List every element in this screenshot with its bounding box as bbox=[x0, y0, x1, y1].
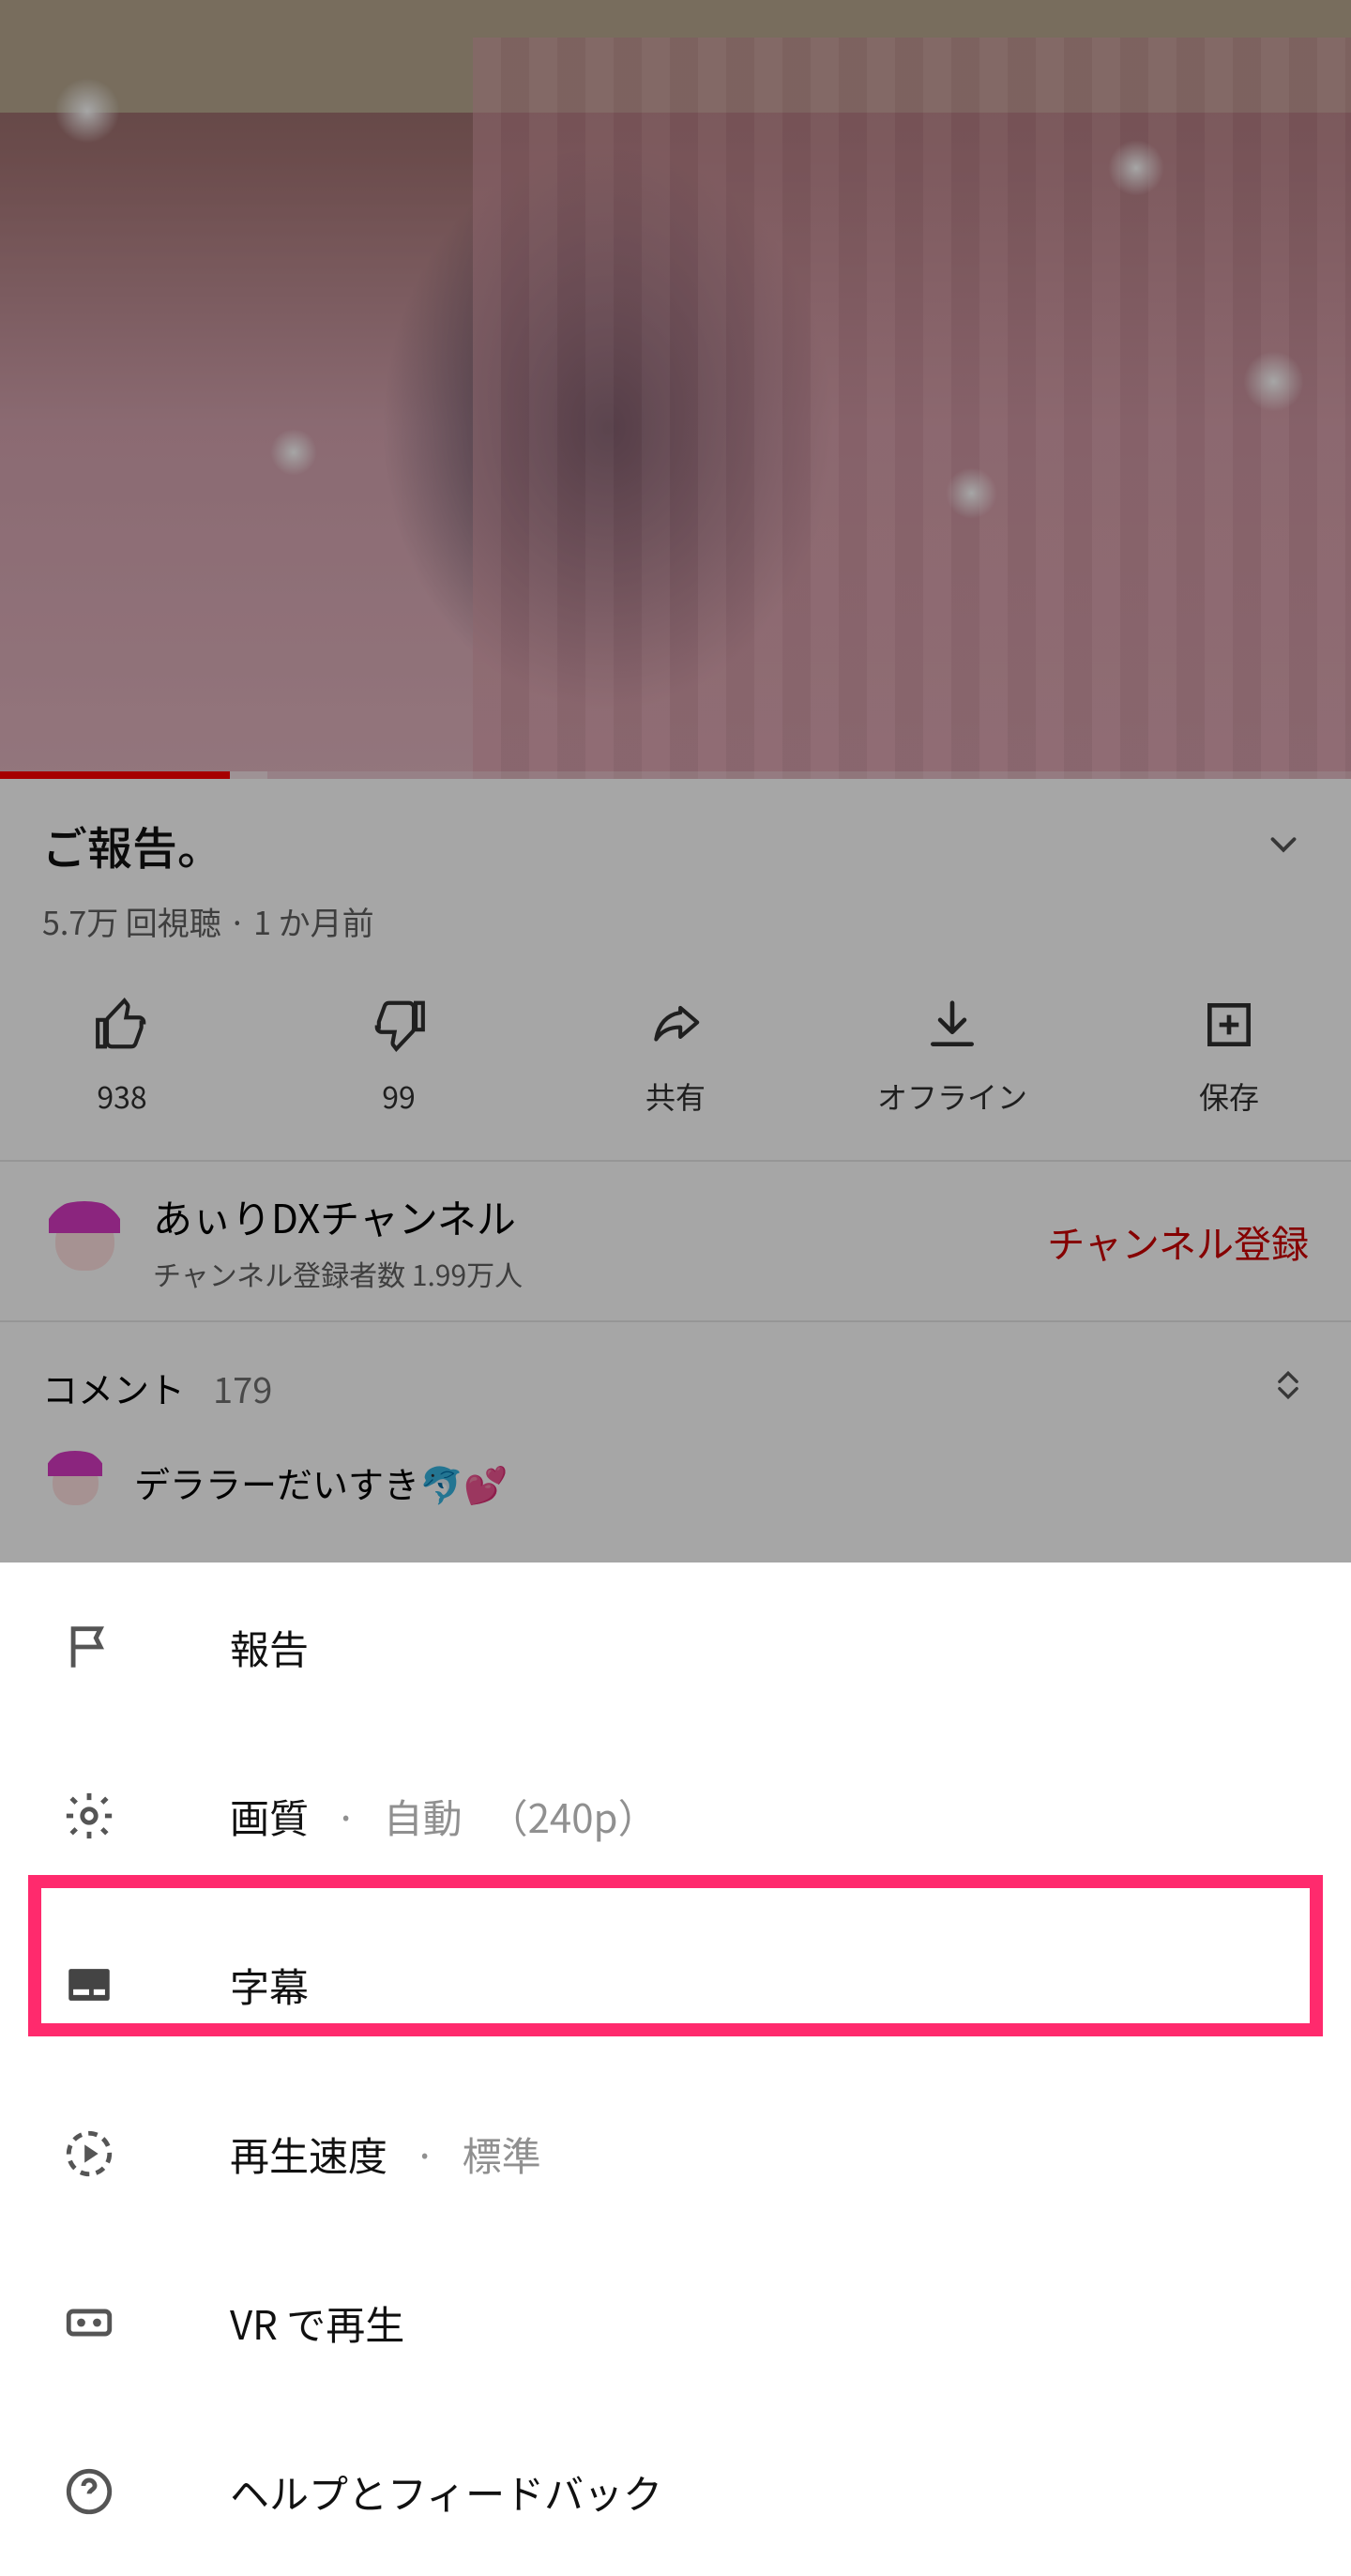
share-icon bbox=[646, 996, 705, 1054]
save-button[interactable]: 保存 bbox=[1145, 996, 1313, 1118]
flag-icon bbox=[52, 1609, 127, 1684]
save-label: 保存 bbox=[1199, 1075, 1259, 1118]
play-speed-icon bbox=[52, 2116, 127, 2191]
save-icon bbox=[1200, 996, 1258, 1054]
like-count: 938 bbox=[97, 1075, 146, 1118]
captions-icon bbox=[52, 1947, 127, 2022]
help-icon bbox=[52, 2454, 127, 2529]
gear-icon bbox=[52, 1778, 127, 1853]
menu-report[interactable]: 報告 bbox=[0, 1562, 1351, 1731]
video-title-row[interactable]: ご報告。 bbox=[42, 812, 1309, 877]
menu-playback-speed[interactable]: 再生速度 · 標準 bbox=[0, 2069, 1351, 2238]
menu-vr[interactable]: VR で再生 bbox=[0, 2238, 1351, 2407]
menu-help[interactable]: ヘルプとフィードバック bbox=[0, 2407, 1351, 2576]
like-button[interactable]: 938 bbox=[38, 996, 206, 1118]
comment-text: デララーだいすき🐬💕 bbox=[134, 1456, 509, 1508]
channel-subscribers: チャンネル登録者数 1.99万人 bbox=[153, 1253, 1021, 1294]
video-title: ご報告。 bbox=[42, 812, 222, 877]
dislike-count: 99 bbox=[382, 1075, 416, 1118]
comments-count: 179 bbox=[213, 1362, 272, 1413]
commenter-avatar bbox=[42, 1449, 108, 1515]
options-sheet: 報告 画質 · 自動 （240p） 字幕 再生速度 · 標準 VR で再生 bbox=[0, 1562, 1351, 2460]
subscribe-button[interactable]: チャンネル登録 bbox=[1047, 1214, 1309, 1269]
expand-sort-icon bbox=[1268, 1364, 1309, 1410]
progress-bar[interactable] bbox=[0, 771, 1351, 779]
action-bar: 938 99 共有 オフライン 保存 bbox=[0, 944, 1351, 1160]
share-label: 共有 bbox=[645, 1075, 706, 1118]
download-icon bbox=[923, 996, 981, 1054]
dislike-button[interactable]: 99 bbox=[314, 996, 483, 1118]
vr-icon bbox=[52, 2285, 127, 2360]
thumbs-up-icon bbox=[93, 996, 151, 1054]
share-button[interactable]: 共有 bbox=[591, 996, 760, 1118]
comments-header[interactable]: コメント 179 bbox=[0, 1322, 1351, 1432]
download-button[interactable]: オフライン bbox=[868, 996, 1037, 1118]
video-player[interactable] bbox=[0, 0, 1351, 779]
menu-captions[interactable]: 字幕 bbox=[0, 1900, 1351, 2069]
comment-preview[interactable]: デララーだいすき🐬💕 bbox=[0, 1432, 1351, 1552]
video-thumbnail bbox=[0, 0, 1351, 779]
comments-label: コメント bbox=[42, 1362, 185, 1413]
download-label: オフライン bbox=[877, 1075, 1027, 1118]
menu-quality[interactable]: 画質 · 自動 （240p） bbox=[0, 1731, 1351, 1900]
channel-row[interactable]: あぃりDXチャンネル チャンネル登録者数 1.99万人 チャンネル登録 bbox=[0, 1162, 1351, 1320]
channel-avatar bbox=[42, 1199, 127, 1284]
channel-name: あぃりDXチャンネル bbox=[153, 1188, 1021, 1245]
video-stats: 5.7万 回視聴 · 1 か月前 bbox=[42, 898, 1309, 944]
chevron-down-icon bbox=[1257, 819, 1309, 871]
thumbs-down-icon bbox=[370, 996, 428, 1054]
